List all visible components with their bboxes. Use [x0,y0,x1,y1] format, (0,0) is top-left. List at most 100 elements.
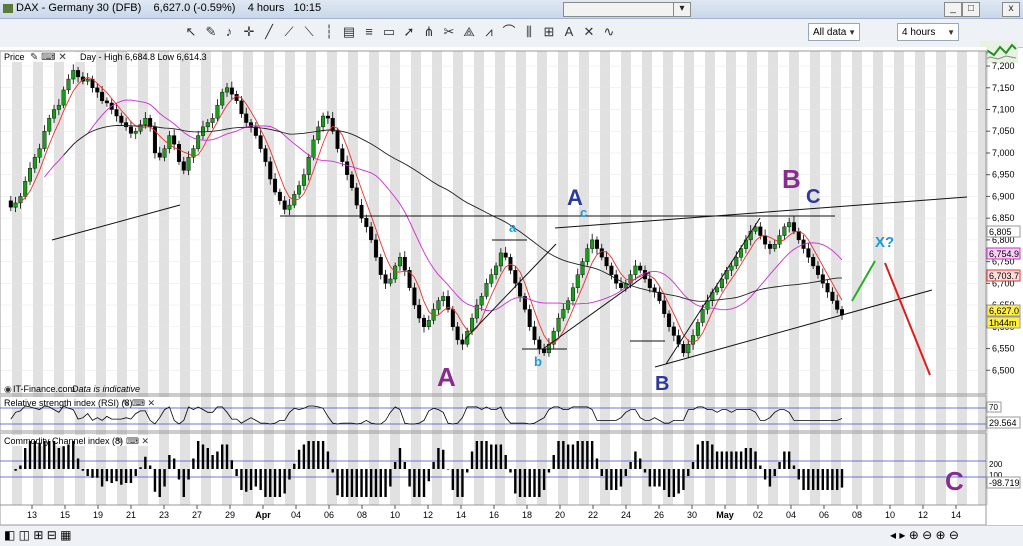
cci-bar [413,469,416,497]
candle-body [66,78,71,91]
rectangle-icon[interactable]: ▭ [381,24,397,40]
x-tick-label: 16 [489,510,499,520]
cci-bar [725,451,728,469]
day-band [915,51,925,505]
candle-body [772,244,777,249]
channel-icon[interactable]: ▤ [341,24,357,40]
candle-body [225,87,230,93]
fib-time-icon[interactable]: ⫼ [521,24,537,40]
source-note: IT-Finance.com [13,384,75,394]
arrow-icon[interactable]: ➚ [401,24,417,40]
window-title-bar: DAX - Germany 30 (DFB) 6,627.0 (-0.59%) … [0,0,1023,19]
window-dropdown-button[interactable]: ▾ [673,2,691,17]
title-input-box[interactable] [563,2,675,17]
fibonacci-icon[interactable]: ⟁ [461,24,477,40]
candle-body [484,283,489,297]
pitchfork-icon[interactable]: ⋔ [421,24,437,40]
window-title: DAX - Germany 30 (DFB) 6,627.0 (-0.59%) … [16,2,322,14]
nav-buttons[interactable]: ◧ ◫ ⊞ ⊟ ▦ [4,528,71,542]
vertical-line-icon[interactable]: ┆ [321,24,337,40]
cci-bar [807,469,810,490]
cci-bar [787,451,791,469]
fib-fan-icon[interactable]: ⩘ [481,24,497,40]
candle-body [570,287,575,301]
candle-body [393,265,398,280]
candle-body [162,148,167,158]
trendline-icon[interactable]: ╱ [261,24,277,40]
badge-ma2: 6,754.9 [989,249,1019,259]
candle-body [311,139,316,158]
label-c-small: c [580,205,587,220]
horizontal-line-icon[interactable]: ≡ [361,24,377,40]
extended-line-icon[interactable]: ⟍ [301,24,317,40]
zoom-buttons[interactable]: ◂ ▸ ⊕ ⊖ ⊕ ⊖ [890,528,959,542]
cci-bar [576,441,579,469]
cci-bar [629,462,632,469]
cci-bar [379,469,382,497]
data-range-select[interactable]: All data ▼ [808,23,860,41]
x-tick-label: 27 [192,510,202,520]
candle-body [306,157,311,175]
price-header-info: Day - High 6,684.8 Low 6,614.3 [80,52,207,62]
candle-body [618,283,623,288]
candle-body [609,265,614,275]
cci-bar [19,465,22,469]
interval-select[interactable]: 4 hours ▼ [897,23,959,41]
cci-bar [221,444,224,469]
candle-body [763,235,768,245]
day-band [201,51,211,505]
candle-body [100,91,105,102]
cci-bar [480,441,483,469]
ruler-icon[interactable]: ✎ [203,24,219,40]
cci-level-200: 200 [989,460,1003,469]
candle-body [700,309,705,323]
candle-body [167,135,172,149]
candle-body [114,109,119,117]
cci-bar [57,448,61,469]
indicator-icon[interactable]: ∿ [601,24,617,40]
day-band [495,51,505,505]
candle-body [47,117,52,132]
close-button[interactable]: x [1002,2,1020,17]
cci-bar [763,469,767,480]
day-band [411,51,421,505]
cci-bar [336,469,339,496]
cci-bar [153,469,157,492]
y-tick-label: 7,150 [992,83,1015,93]
cci-bar [249,469,253,490]
candle-body [719,278,724,288]
cci-bar [86,469,89,476]
bell-icon[interactable]: ♪ [221,24,237,40]
cci-bar [269,469,272,497]
cci-bar [129,469,133,483]
minimize-button[interactable]: _ [944,2,962,17]
x-tick-label: 19 [93,510,103,520]
candle-body [13,202,18,208]
cci-bar [144,456,147,469]
x-tick-label: 23 [159,510,169,520]
candle-body [580,261,585,275]
candle-body [268,161,273,180]
x-tick-label: 12 [423,510,433,520]
y-tick-label: 7,050 [992,126,1015,136]
cci-bar [302,444,306,469]
cci-bar [341,469,344,497]
candle-body [369,226,374,241]
tools-icon[interactable]: ✂ [441,24,457,40]
cci-bar [350,469,354,497]
cci-bar [398,448,402,469]
badge-ma1: 6,805 [989,227,1012,237]
cci-bar [408,469,411,487]
candle-body [556,317,561,332]
day-band [348,51,358,505]
crosshair-icon[interactable]: ✛ [241,24,257,40]
ray-icon[interactable]: ⟋ [281,24,297,40]
gann-icon[interactable]: ⊞ [541,24,557,40]
cci-bar [432,462,435,469]
pointer-icon[interactable]: ↖ [183,24,199,40]
candle-body [681,343,686,354]
maximize-button[interactable]: □ [962,2,980,17]
fib-arc-icon[interactable]: ⌒ [501,24,517,40]
delete-icon[interactable]: ✕ [581,24,597,40]
text-tool-icon[interactable]: A [561,24,577,40]
